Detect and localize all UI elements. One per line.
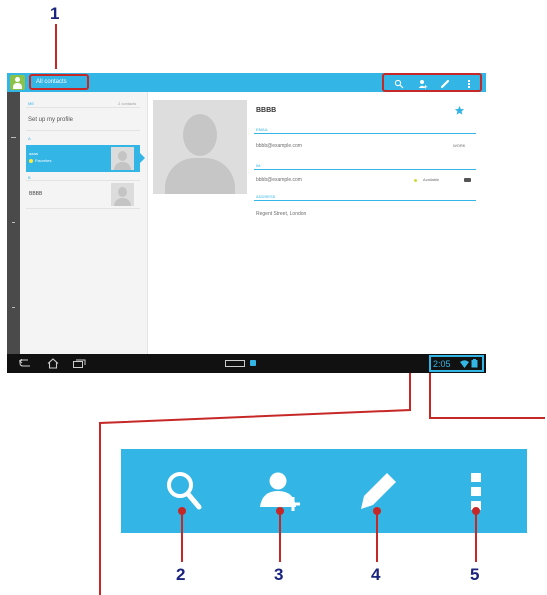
contact-detail-pane: BBBB EMAIL bbbb@example.com WORK IM bbbb… <box>148 92 486 354</box>
edit-icon[interactable] <box>440 79 450 89</box>
search-icon[interactable] <box>394 79 404 89</box>
add-contact-icon[interactable] <box>418 79 428 89</box>
photo-body <box>165 158 235 194</box>
callout-line-3 <box>279 510 281 562</box>
callout-dot-3 <box>276 507 284 515</box>
callout-line-4 <box>376 510 378 562</box>
add-contact-icon[interactable] <box>258 471 306 511</box>
action-bar-title: All contacts <box>36 79 67 85</box>
notification-indicator-icon[interactable] <box>250 360 256 366</box>
tablet-screen: All contacts ME 2 contacts Set up my pro… <box>7 73 486 373</box>
contact-row-selected[interactable]: aaaa Favorites <box>26 145 145 172</box>
overflow-menu-icon[interactable] <box>464 79 474 89</box>
callout-line-5 <box>475 510 477 562</box>
contact-subtitle: Favorites <box>35 158 52 163</box>
battery-icon <box>471 359 478 368</box>
contact-photo-thumb <box>111 183 134 206</box>
callout-dot-5 <box>472 507 480 515</box>
callout-label-5: 5 <box>470 565 480 584</box>
clock: 2:05 <box>433 359 451 369</box>
me-header-divider <box>26 107 140 108</box>
callout-label-4: 4 <box>371 565 381 584</box>
all-contacts-dropdown[interactable]: All contacts <box>29 74 89 90</box>
edit-icon[interactable] <box>359 471 399 511</box>
recent-apps-icon[interactable] <box>73 359 86 368</box>
callout-label-2: 2 <box>176 565 186 584</box>
profile-divider <box>26 130 140 131</box>
im-section-header: IM <box>256 163 261 168</box>
action-icons-group <box>382 73 482 92</box>
callout-label-3: 3 <box>274 565 284 584</box>
email-section-header: EMAIL <box>256 127 269 132</box>
index-tick-2 <box>12 222 15 223</box>
contact-count: 2 contacts <box>118 101 137 106</box>
thumb-head <box>118 151 127 161</box>
im-status: Available <box>423 177 440 182</box>
row-divider <box>26 208 140 209</box>
thumb-body <box>114 162 131 170</box>
callout-dot-4 <box>373 507 381 515</box>
selected-pointer <box>140 153 145 163</box>
index-tick-1 <box>11 137 16 138</box>
address-divider <box>254 200 476 201</box>
photo-head <box>183 114 217 156</box>
back-icon[interactable] <box>19 359 31 368</box>
contact-name: aaaa <box>29 151 38 156</box>
im-divider <box>254 169 476 170</box>
contact-photo-large <box>153 100 247 194</box>
index-tick-3 <box>12 307 15 308</box>
address-value[interactable]: Regent Street, London <box>256 211 306 217</box>
chat-icon[interactable] <box>464 178 471 182</box>
im-value[interactable]: bbbb@example.com <box>256 177 302 183</box>
star-icon[interactable] <box>454 105 465 116</box>
contact-row[interactable]: BBBB <box>26 181 140 208</box>
me-section-header: ME <box>28 101 34 106</box>
thumb-head <box>118 187 127 197</box>
email-divider <box>254 133 476 134</box>
email-value[interactable]: bbbb@example.com <box>256 143 302 149</box>
callout-dot-2 <box>178 507 186 515</box>
app-icon[interactable] <box>10 75 25 90</box>
search-icon[interactable] <box>165 470 205 512</box>
app-icon-head <box>15 77 20 82</box>
email-type: WORK <box>453 143 466 148</box>
contact-name: BBBB <box>29 191 43 197</box>
contact-list-pane: ME 2 contacts Set up my profile A aaaa F… <box>20 92 147 354</box>
media-controls[interactable] <box>225 360 245 367</box>
address-section-header: ADDRESS <box>256 194 276 199</box>
action-bar: All contacts <box>7 73 486 92</box>
set-up-profile-item[interactable]: Set up my profile <box>28 117 73 123</box>
callout-line-2 <box>181 510 183 562</box>
contact-photo-thumb <box>111 147 134 170</box>
detail-contact-name: BBBB <box>256 107 277 114</box>
app-icon-body <box>13 83 22 89</box>
wifi-icon <box>460 360 469 368</box>
status-area[interactable]: 2:05 <box>429 355 484 372</box>
favorite-star-icon <box>29 159 33 163</box>
thumb-body <box>114 198 131 206</box>
presence-dot-icon <box>414 179 417 182</box>
home-icon[interactable] <box>47 358 59 369</box>
alphabet-index-strip[interactable] <box>7 92 20 354</box>
section-a-header: A <box>28 136 31 141</box>
system-nav-bar: 2:05 <box>7 354 486 373</box>
